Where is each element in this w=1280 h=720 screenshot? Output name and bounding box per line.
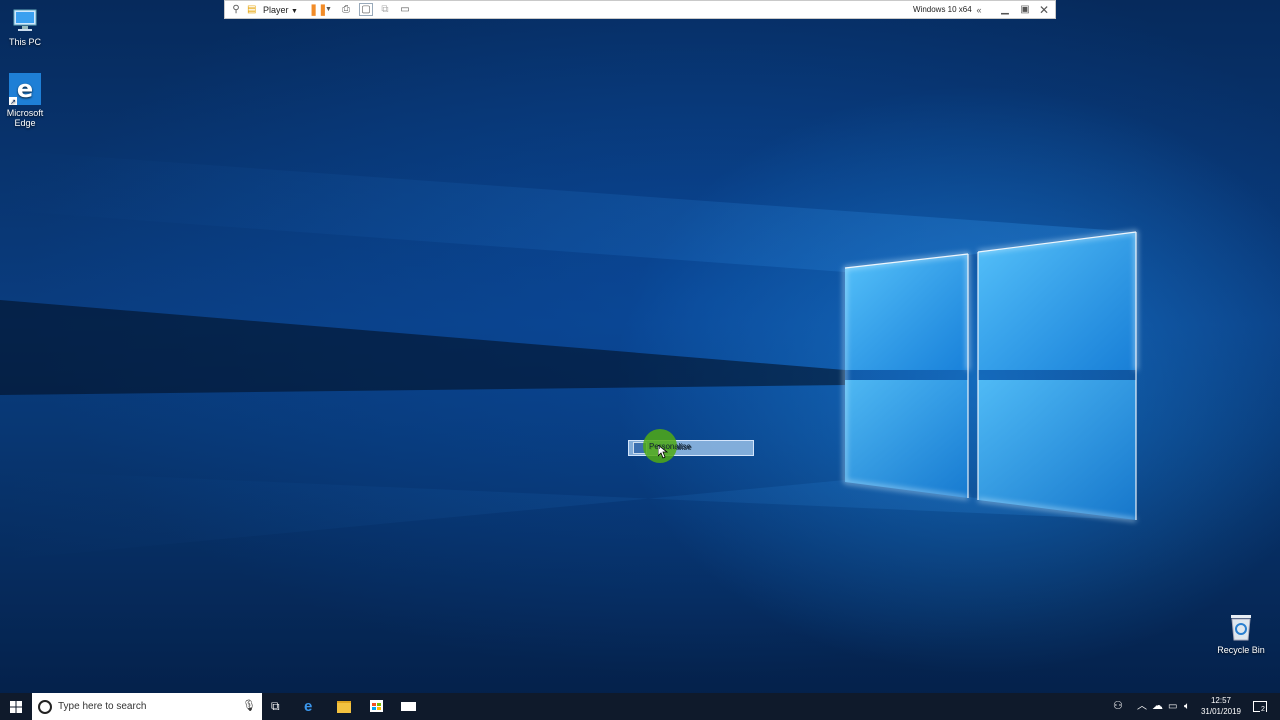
send-ctrl-alt-del-icon[interactable]: ⎙ [340, 3, 352, 17]
close-icon[interactable]: ✕ [1038, 3, 1050, 17]
action-center-button[interactable]: 2 [1250, 693, 1274, 720]
cortana-circle-icon [38, 700, 52, 714]
desktop-icon-this-pc[interactable]: This PC [0, 8, 50, 47]
svg-text:↗: ↗ [10, 99, 16, 105]
volume-icon[interactable]: 🔈︎ [1184, 693, 1190, 720]
pin-icon[interactable]: ⚲ [230, 3, 242, 17]
fit-guest-icon[interactable]: ▢ [359, 3, 373, 16]
network-icon[interactable]: ▭ [1168, 693, 1177, 720]
player-logo-icon: ▤ [247, 4, 257, 15]
this-pc-label: This PC [8, 37, 41, 47]
search-placeholder: Type here to search [58, 701, 147, 712]
start-button[interactable] [0, 693, 32, 720]
desktop[interactable]: ⚲ ▤ Player ▼ ❚❚ ▼ ⎙ ▢ ⧉ ▭ Windows 10 x64… [0, 0, 1280, 720]
edge-icon: e ↗ [9, 73, 41, 105]
clock-time: 12:57 [1210, 696, 1232, 705]
file-explorer-icon[interactable] [337, 701, 351, 713]
chevron-down-icon: ▼ [291, 8, 298, 15]
restore-icon[interactable]: ▣ [1019, 3, 1031, 17]
full-screen-icon[interactable]: ▭ [399, 3, 411, 17]
svg-text:e: e [17, 75, 33, 103]
people-icon[interactable]: ⚇ [1113, 693, 1123, 720]
recycle-bin-label: Recycle Bin [1217, 645, 1265, 655]
edge-taskbar-icon[interactable]: e [304, 693, 312, 720]
microphone-icon[interactable]: 🎙︎ [242, 699, 256, 712]
player-menu-button[interactable]: Player ▼ [263, 3, 298, 17]
chevron-up-icon[interactable]: ︿ [1137, 693, 1147, 720]
vm-name-label: Windows 10 x64 [913, 5, 972, 14]
store-icon[interactable] [370, 700, 383, 712]
minimize-icon[interactable]: ▁ [999, 3, 1011, 17]
vm-player-toolbar: ⚲ ▤ Player ▼ ❚❚ ▼ ⎙ ▢ ⧉ ▭ Windows 10 x64… [224, 0, 1056, 19]
pause-dropdown-icon[interactable]: ▼ [325, 3, 332, 17]
recycle-bin-icon [1231, 615, 1251, 641]
this-pc-icon [13, 9, 37, 31]
onedrive-icon[interactable]: ☁ [1152, 693, 1163, 720]
back-arrows-icon[interactable]: « [973, 3, 985, 17]
windows-start-icon [10, 701, 22, 713]
edge-label: Microsoft Edge [6, 108, 44, 128]
task-view-icon[interactable]: ⧉ [271, 693, 280, 720]
clock[interactable]: 12:57 31/01/2019 [1199, 695, 1243, 717]
desktop-icon-edge[interactable]: e ↗ Microsoft Edge [0, 73, 50, 128]
mail-icon[interactable] [401, 702, 416, 711]
clock-date: 31/01/2019 [1200, 707, 1242, 716]
taskbar: Type here to search 🎙︎ ⧉ e ⚇ ︿ ☁ ▭ 🔈︎ 12… [0, 693, 1280, 720]
player-menu-label: Player [263, 5, 289, 15]
windows-logo-wallpaper [0, 150, 1137, 560]
unity-icon[interactable]: ⧉ [379, 3, 391, 17]
taskbar-search-box[interactable]: Type here to search 🎙︎ [32, 693, 262, 720]
personalise-label-overlay: Personalise [649, 442, 691, 451]
notification-count-badge: 2 [1260, 706, 1266, 713]
desktop-icon-recycle-bin[interactable]: Recycle Bin [1216, 612, 1266, 655]
